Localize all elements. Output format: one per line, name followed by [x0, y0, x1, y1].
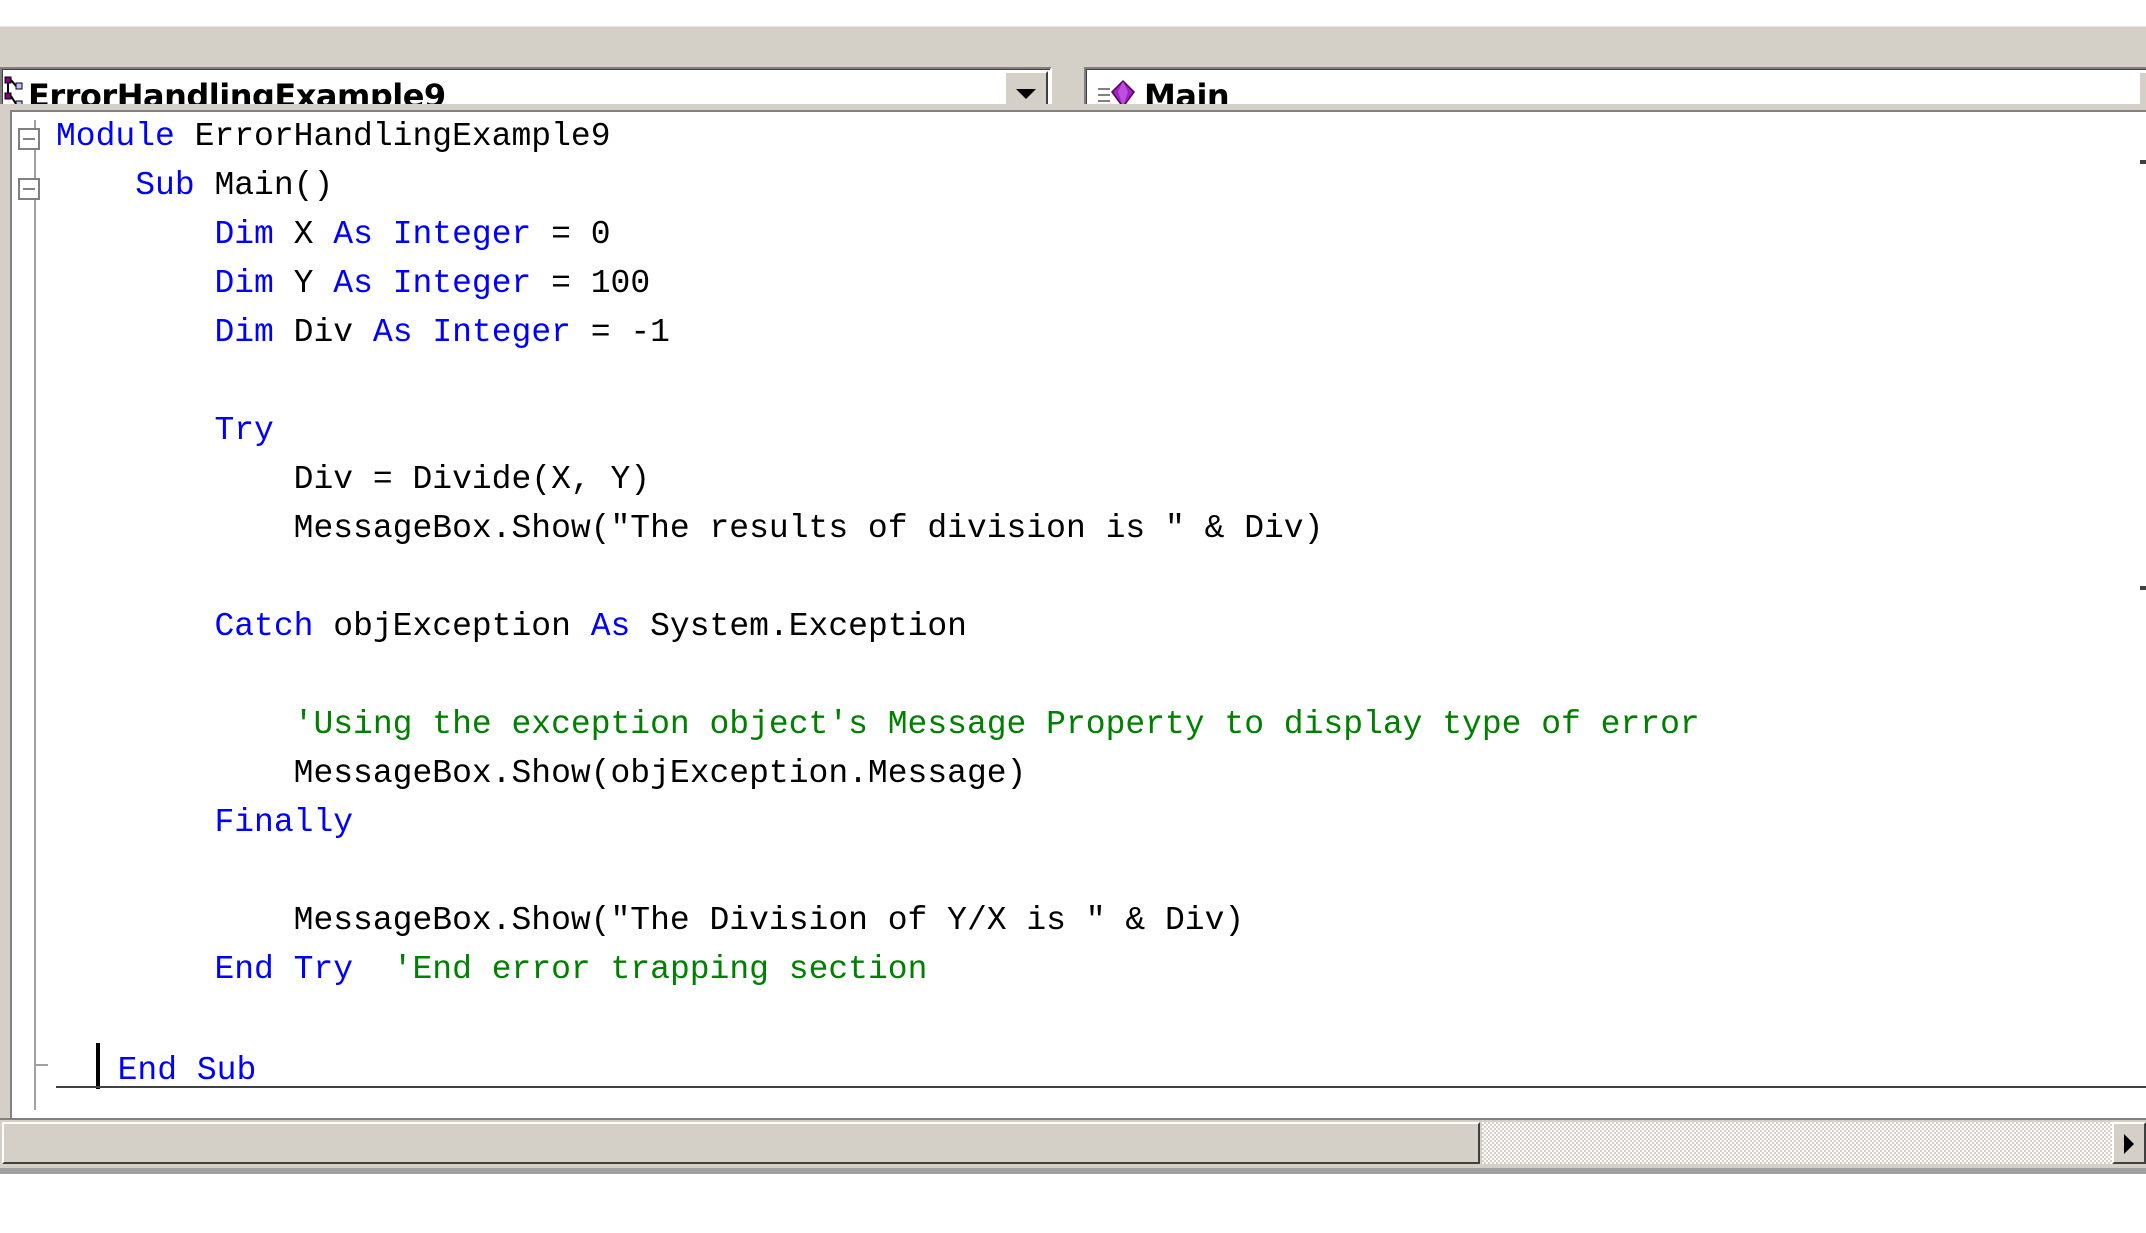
keyword-token: Try: [214, 412, 274, 449]
chevron-right-icon: [2124, 1134, 2134, 1154]
code-editor[interactable]: Module ErrorHandlingExample9 Sub Main() …: [10, 110, 2146, 1118]
keyword-token: Dim: [214, 314, 274, 351]
text-cursor: [95, 1043, 100, 1089]
code-token: MessageBox.Show("The Division of Y/X is …: [56, 902, 1245, 939]
code-line[interactable]: Catch objException As System.Exception: [56, 602, 1700, 651]
code-line[interactable]: MessageBox.Show("The results of division…: [56, 504, 1700, 553]
keyword-token: Dim: [214, 265, 274, 302]
code-line[interactable]: Finally: [56, 798, 1700, 847]
window-bottom-edge: [0, 1168, 2146, 1174]
keyword-token: End: [117, 1052, 178, 1089]
code-line[interactable]: [56, 994, 1700, 1043]
keyword-token: Try: [293, 951, 354, 988]
code-line[interactable]: Dim X As Integer = 0: [56, 210, 1700, 259]
horizontal-scrollbar[interactable]: [0, 1118, 2146, 1168]
keyword-token: As: [590, 608, 631, 645]
scroll-right-button[interactable]: [2112, 1122, 2146, 1164]
code-token: MessageBox.Show("The results of division…: [56, 510, 1324, 547]
code-line[interactable]: [56, 357, 1700, 406]
keyword-token: Module: [56, 118, 175, 155]
code-line[interactable]: End Try 'End error trapping section: [56, 945, 1700, 994]
code-line[interactable]: 'Using the exception object's Message Pr…: [56, 700, 1700, 749]
keyword-token: Integer: [392, 216, 532, 253]
code-token: objException: [313, 608, 591, 645]
code-token: Div: [273, 314, 373, 351]
code-line[interactable]: Dim Div As Integer = -1: [56, 308, 1700, 357]
code-line[interactable]: Module ErrorHandlingExample9: [56, 112, 1700, 161]
collapse-module-icon[interactable]: [18, 128, 40, 150]
code-line[interactable]: Try: [56, 406, 1700, 455]
keyword-token: As: [333, 265, 373, 302]
chevron-down-icon: [1016, 89, 1036, 99]
keyword-token: Integer: [392, 265, 532, 302]
code-token: Y: [273, 265, 334, 302]
outline-end-tick: [34, 1064, 48, 1066]
code-token: MessageBox.Show(objException.Message): [56, 755, 1027, 792]
scrollbar-thumb[interactable]: [2, 1122, 1480, 1164]
keyword-token: As: [372, 314, 413, 351]
keyword-token: Integer: [432, 314, 571, 351]
code-line[interactable]: End Sub: [56, 1043, 1700, 1092]
code-token: System.Exception: [630, 608, 967, 645]
procedure-separator-line: [56, 1086, 2146, 1088]
code-line[interactable]: Dim Y As Integer = 100: [56, 259, 1700, 308]
keyword-token: As: [333, 216, 373, 253]
code-token: ErrorHandlingExample9: [174, 118, 611, 155]
outline-margin-line: [34, 120, 36, 1110]
keyword-token: End: [214, 951, 274, 988]
code-token: X: [273, 216, 334, 253]
keyword-token: Finally: [214, 804, 354, 841]
keyword-token: Catch: [214, 608, 314, 645]
code-text[interactable]: Module ErrorHandlingExample9 Sub Main() …: [56, 112, 1700, 1092]
code-line[interactable]: [56, 651, 1700, 700]
code-token: = 0: [531, 216, 611, 253]
scroll-edge-mark: [2140, 586, 2146, 590]
comment-token: 'Using the exception object's Message Pr…: [293, 706, 1700, 743]
navigation-bar: ErrorHandlingExample9 Main: [0, 26, 2146, 123]
keyword-token: Sub: [196, 1052, 257, 1089]
code-line[interactable]: MessageBox.Show(objException.Message): [56, 749, 1700, 798]
code-line[interactable]: [56, 847, 1700, 896]
keyword-token: Dim: [214, 216, 274, 253]
comment-token: 'End error trapping section: [392, 951, 928, 988]
code-line[interactable]: Sub Main(): [56, 161, 1700, 210]
code-line[interactable]: [56, 553, 1700, 602]
code-token: = -1: [570, 314, 670, 351]
code-token: Main(): [194, 167, 334, 204]
scroll-edge-mark: [2140, 160, 2146, 164]
code-line[interactable]: Div = Divide(X, Y): [56, 455, 1700, 504]
collapse-sub-icon[interactable]: [18, 178, 40, 200]
code-token: Div = Divide(X, Y): [56, 461, 651, 498]
keyword-token: Sub: [135, 167, 195, 204]
scrollbar-track[interactable]: [1482, 1122, 2112, 1164]
window-top-strip: [0, 0, 2146, 26]
code-line[interactable]: MessageBox.Show("The Division of Y/X is …: [56, 896, 1700, 945]
code-token: = 100: [531, 265, 651, 302]
